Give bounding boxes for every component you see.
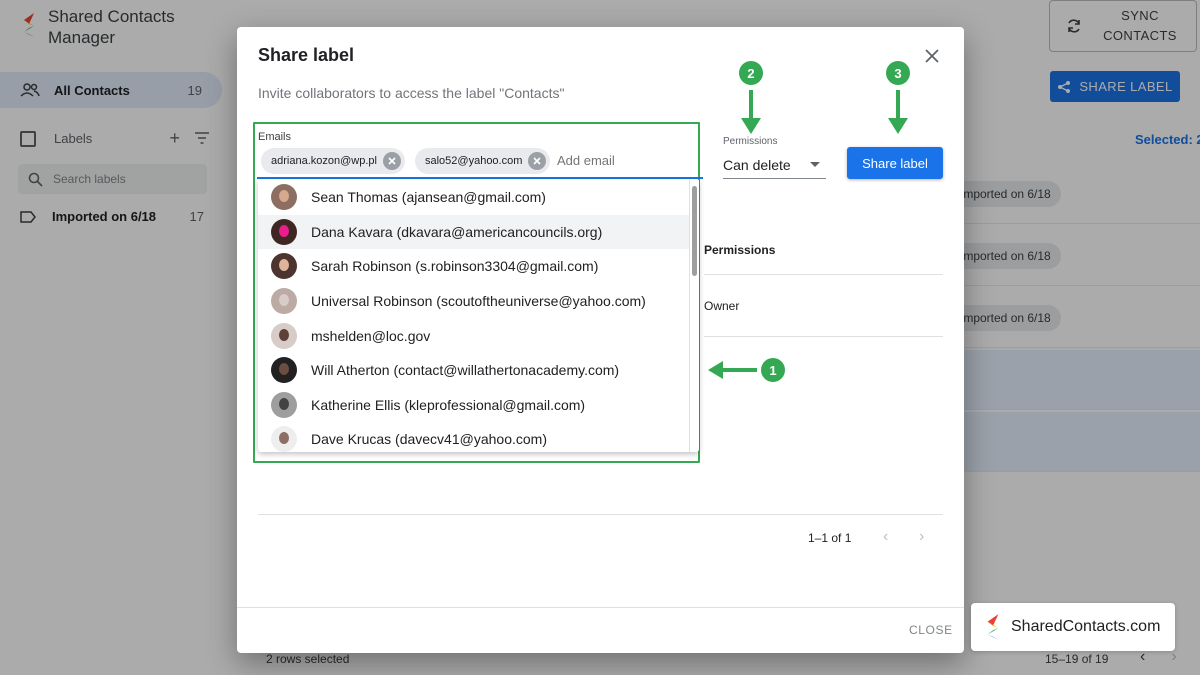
permissions-label: Permissions — [723, 136, 778, 147]
divider — [237, 607, 964, 608]
avatar — [271, 426, 297, 452]
prev-page-icon[interactable]: ‹ — [883, 528, 888, 546]
email-chip[interactable]: adriana.kozon@wp.pl — [261, 148, 405, 174]
list-item[interactable]: mshelden@loc.gov — [258, 318, 690, 353]
email-field-underline — [257, 177, 703, 179]
divider — [258, 514, 943, 515]
close-button[interactable]: CLOSE — [909, 623, 953, 637]
list-item[interactable]: Dave Krucas (davecv41@yahoo.com) — [258, 422, 690, 452]
logo-icon — [987, 614, 999, 640]
suggestion-text: mshelden@loc.gov — [311, 327, 431, 344]
suggestion-text: Dana Kavara (dkavara@americancouncils.or… — [311, 223, 603, 240]
suggestion-text: Sean Thomas (ajansean@gmail.com) — [311, 189, 546, 206]
list-item[interactable]: Dana Kavara (dkavara@americancouncils.or… — [258, 214, 690, 250]
email-chip[interactable]: salo52@yahoo.com — [415, 148, 551, 174]
annotation-badge-3: 3 — [886, 61, 910, 85]
suggestion-text: Katherine Ellis (kleprofessional@gmail.c… — [311, 396, 586, 413]
email-chip-text: adriana.kozon@wp.pl — [271, 155, 377, 167]
watermark-text: SharedContacts.com — [1011, 618, 1161, 635]
list-item[interactable]: Universal Robinson (scoutoftheuniverse@y… — [258, 284, 690, 319]
next-page-icon[interactable]: › — [919, 528, 924, 546]
remove-chip-icon[interactable] — [528, 152, 547, 170]
divider — [704, 336, 943, 337]
suggestion-text: Will Atherton (contact@willathertonacade… — [311, 362, 620, 379]
suggestion-text: Universal Robinson (scoutoftheuniverse@y… — [311, 293, 646, 310]
watermark-logo: SharedContacts.com — [971, 603, 1175, 651]
permission-cell: Owner — [704, 299, 740, 313]
scrollbar-thumb[interactable] — [692, 186, 697, 276]
avatar — [271, 391, 297, 418]
list-item[interactable]: Will Atherton (contact@willathertonacade… — [258, 353, 690, 388]
dialog-subtitle: Invite collaborators to access the label… — [258, 85, 565, 101]
permissions-value: Can delete — [723, 156, 791, 173]
avatar — [271, 218, 297, 245]
annotation-badge-1: 1 — [761, 358, 785, 382]
share-label-button[interactable]: Share label — [847, 147, 943, 179]
dropdown-scrollbar[interactable] — [689, 180, 699, 452]
permissions-select[interactable]: Can delete — [723, 151, 826, 179]
suggestion-text: Dave Krucas (davecv41@yahoo.com) — [311, 431, 547, 448]
remove-chip-icon[interactable] — [382, 152, 401, 170]
email-chip-text: salo52@yahoo.com — [425, 155, 523, 167]
arrow-left-icon — [708, 361, 757, 379]
share-label-dialog: Share label Invite collaborators to acce… — [237, 27, 964, 653]
list-item[interactable]: Sarah Robinson (s.robinson3304@gmail.com… — [258, 249, 690, 284]
avatar — [271, 357, 297, 384]
avatar — [271, 184, 297, 211]
dropdown-caret-icon — [810, 162, 820, 167]
list-item[interactable]: Sean Thomas (ajansean@gmail.com) — [258, 180, 690, 215]
emails-label: Emails — [258, 131, 292, 143]
divider — [704, 274, 943, 275]
close-icon[interactable] — [921, 45, 943, 67]
avatar — [271, 253, 297, 280]
dialog-pager-text: 1–1 of 1 — [808, 531, 852, 545]
arrow-down-icon — [888, 90, 908, 134]
email-suggestions-dropdown: Sean Thomas (ajansean@gmail.com) Dana Ka… — [258, 180, 699, 452]
arrow-down-icon — [741, 90, 761, 134]
suggestion-text: Sarah Robinson (s.robinson3304@gmail.com… — [311, 258, 599, 275]
avatar — [271, 288, 297, 315]
annotation-badge-2: 2 — [739, 61, 763, 85]
avatar — [271, 322, 297, 349]
permissions-column-header: Permissions — [704, 243, 776, 257]
add-email-input[interactable] — [557, 153, 687, 168]
dialog-title: Share label — [258, 45, 355, 65]
list-item[interactable]: Katherine Ellis (kleprofessional@gmail.c… — [258, 388, 690, 423]
